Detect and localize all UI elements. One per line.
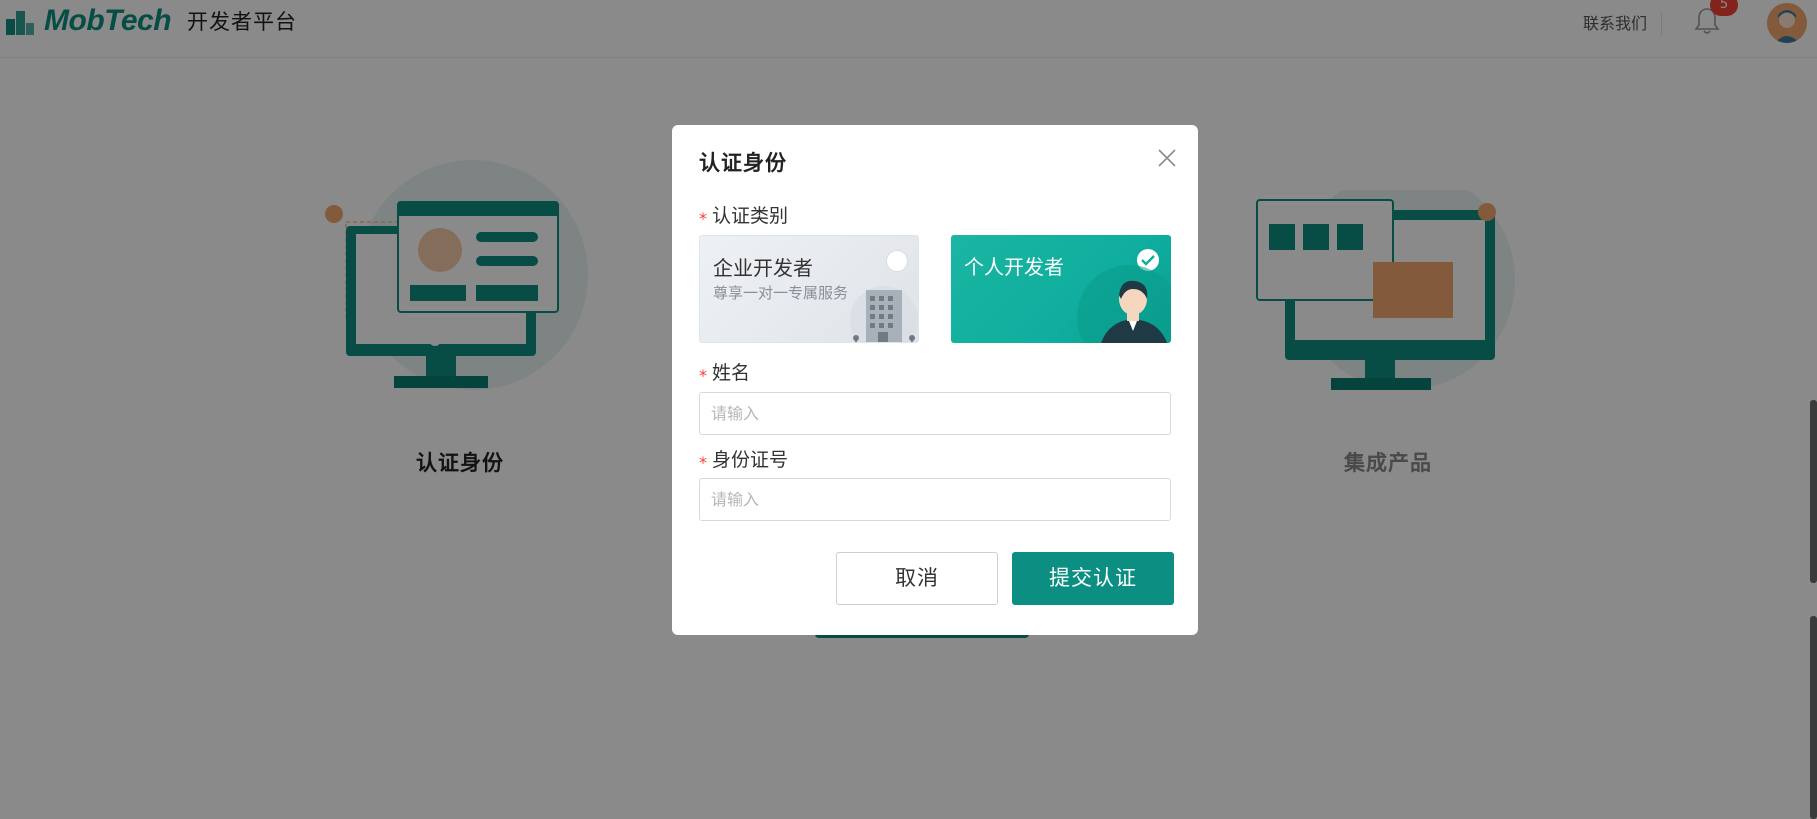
person-icon bbox=[1077, 265, 1171, 343]
page-scrollbar-thumb[interactable] bbox=[1810, 400, 1817, 583]
page-scrollbar-thumb-lower[interactable] bbox=[1810, 616, 1817, 819]
required-marker: * bbox=[699, 453, 707, 472]
name-input[interactable] bbox=[699, 392, 1171, 435]
modal-title: 认证身份 bbox=[699, 151, 787, 175]
cancel-button[interactable]: 取消 bbox=[836, 552, 998, 605]
id-number-input[interactable] bbox=[699, 478, 1171, 521]
close-button[interactable] bbox=[1155, 146, 1179, 170]
required-marker: * bbox=[699, 209, 707, 228]
option-subtitle: 尊享一对一专属服务 bbox=[713, 284, 849, 302]
radio-unchecked[interactable] bbox=[886, 250, 908, 272]
submit-verification-button[interactable]: 提交认证 bbox=[1012, 552, 1174, 605]
close-icon bbox=[1158, 149, 1176, 167]
required-marker: * bbox=[699, 366, 707, 385]
id-number-label: * 身份证号 bbox=[699, 449, 789, 472]
type-label: * 认证类别 bbox=[699, 205, 789, 228]
name-label: * 姓名 bbox=[699, 362, 751, 385]
option-title: 企业开发者 bbox=[713, 256, 813, 280]
individual-developer-option[interactable]: 个人开发者 bbox=[951, 235, 1171, 343]
enterprise-developer-option[interactable]: 企业开发者 尊享一对一专属服务 bbox=[699, 235, 919, 343]
verify-identity-modal: 认证身份 * 认证类别 企业开发者 尊享一对一专属服务 个人开发者 * 姓名 请… bbox=[672, 125, 1198, 635]
building-icon bbox=[850, 286, 918, 342]
